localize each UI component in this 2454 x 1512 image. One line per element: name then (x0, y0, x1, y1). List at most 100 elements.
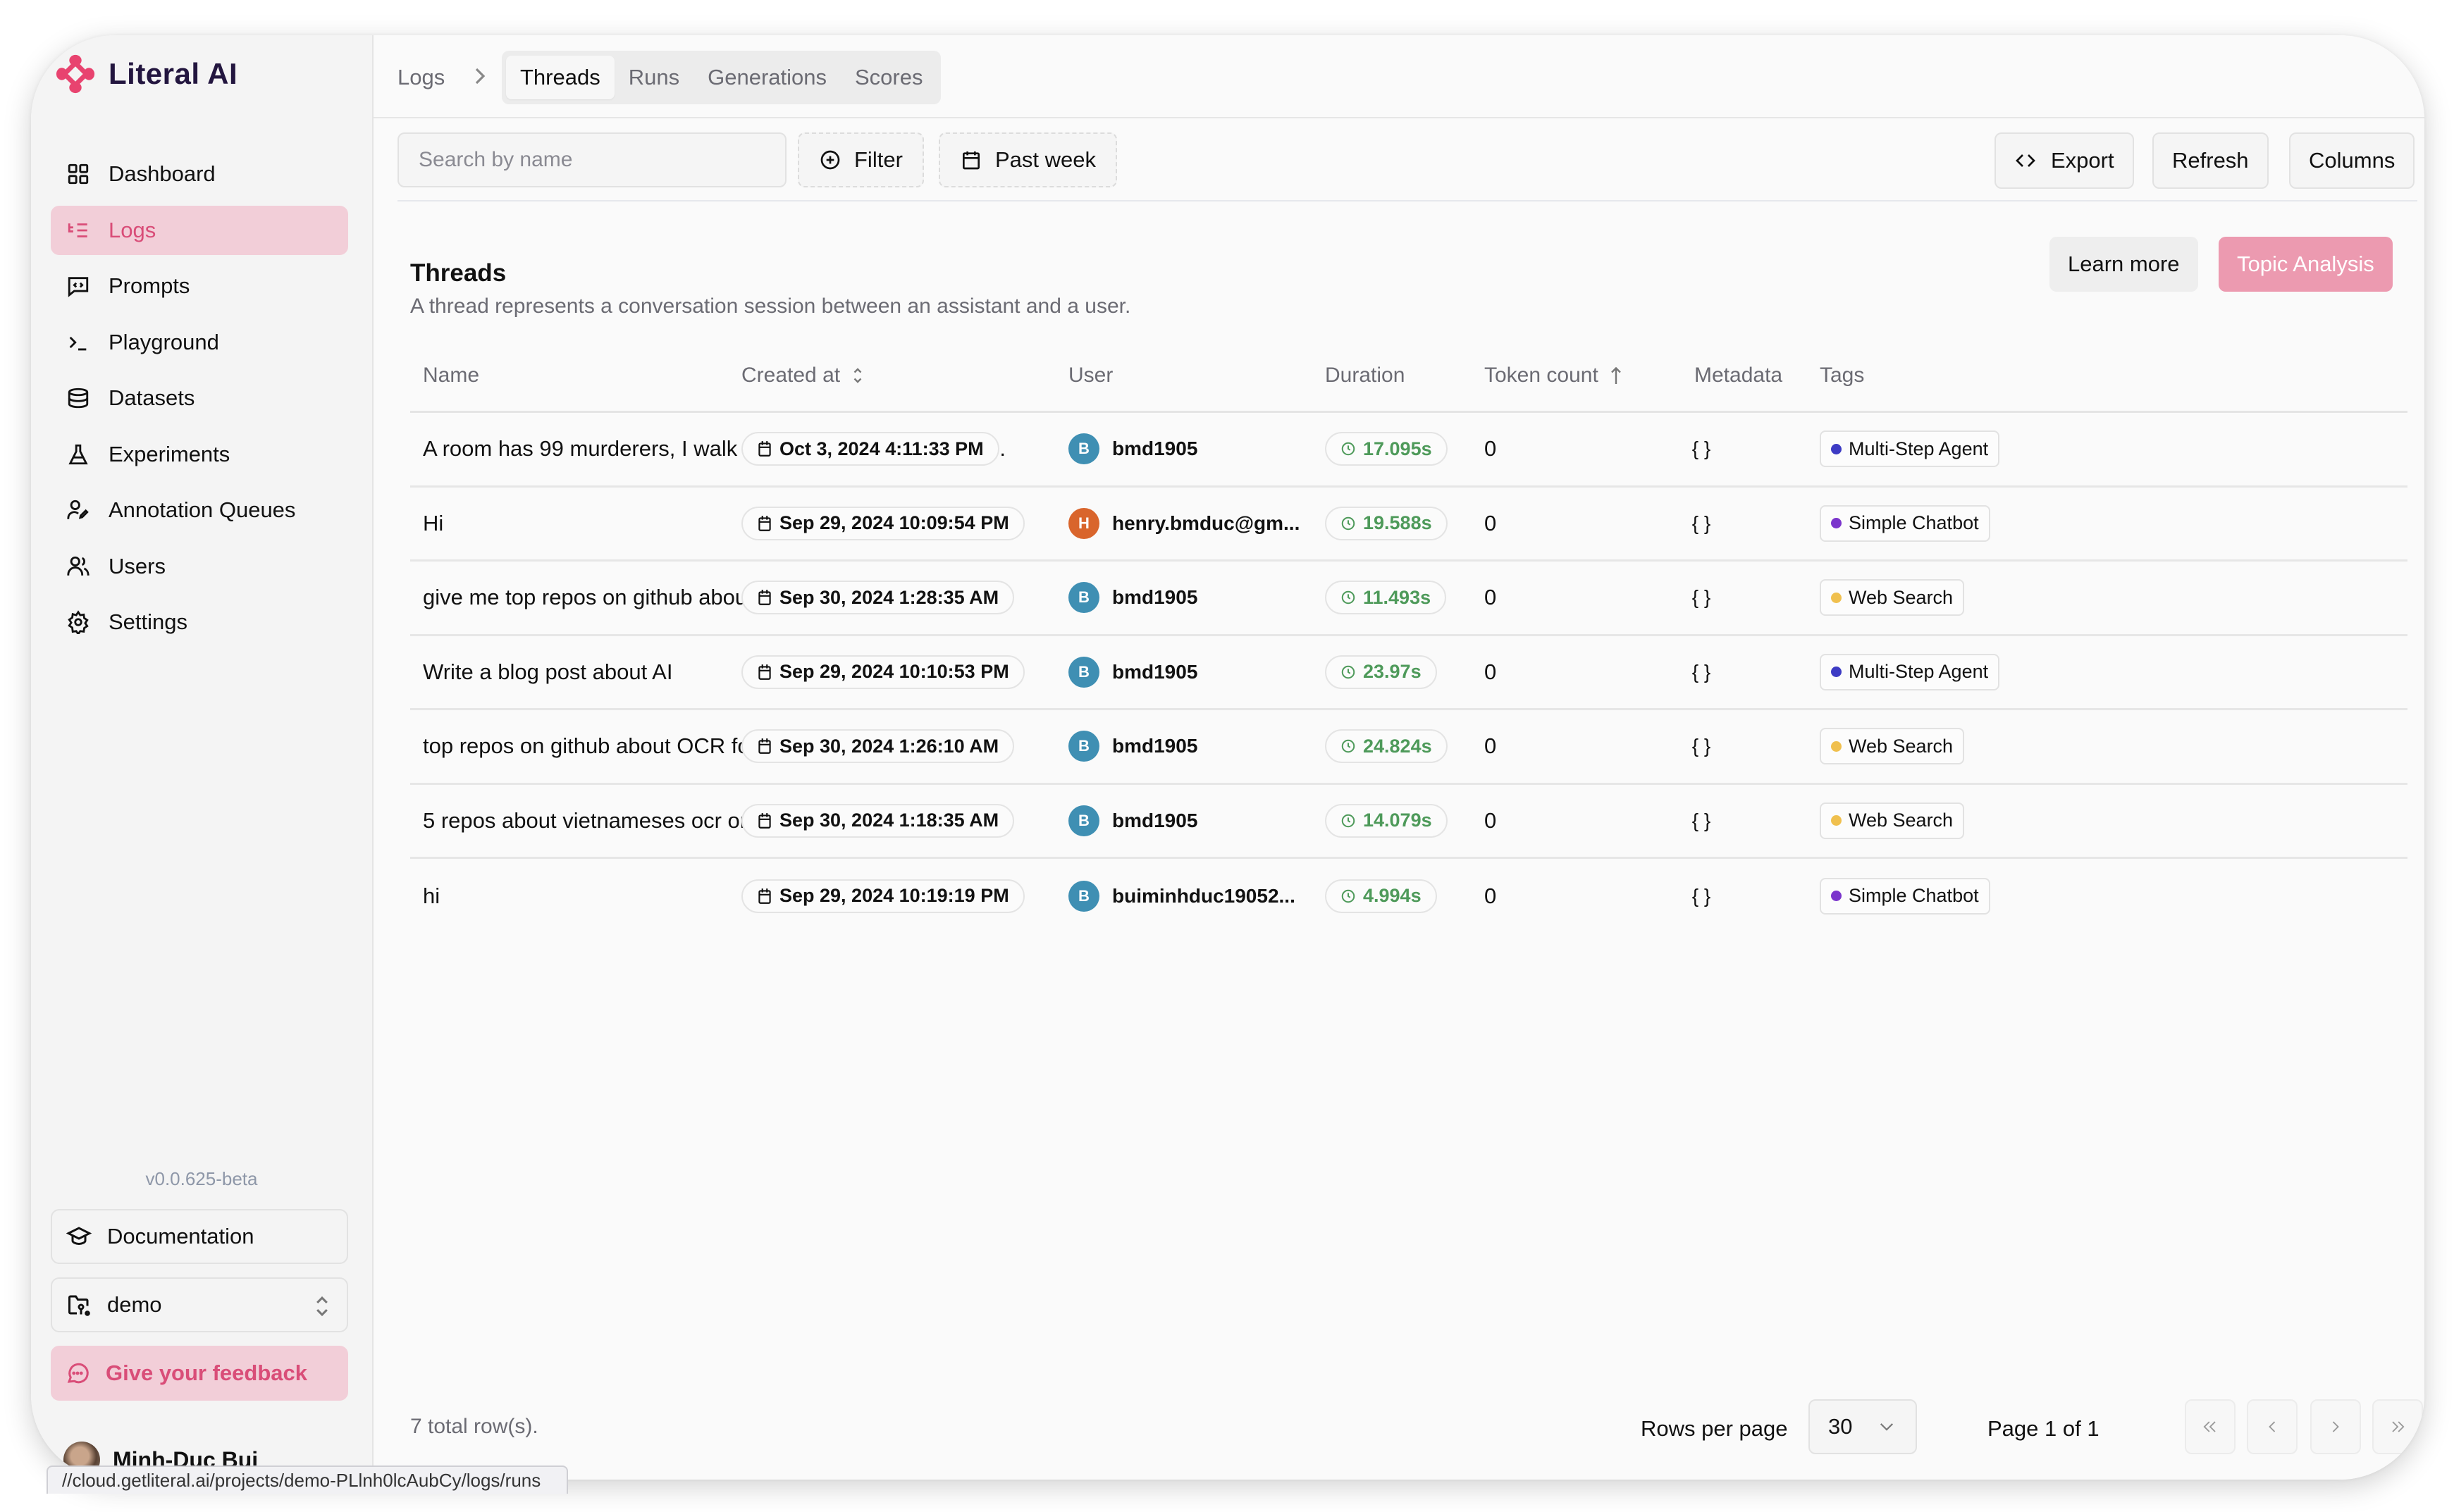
duration-text: 23.97s (1363, 661, 1422, 683)
sidebar-item-prompts[interactable]: Prompts (51, 261, 348, 311)
tag-badge[interactable]: Web Search (1820, 579, 1965, 616)
sidebar-item-logs[interactable]: Logs (51, 205, 348, 255)
users-icon (67, 556, 90, 576)
metadata-button[interactable]: { } (1687, 710, 1715, 783)
thread-name[interactable]: hi (423, 859, 440, 934)
sidebar-item-experiments[interactable]: Experiments (51, 430, 348, 479)
columns-button[interactable]: Columns (2289, 132, 2415, 189)
column-header-name[interactable]: Name (423, 364, 479, 388)
duration-text: 14.079s (1363, 810, 1432, 831)
breadcrumb-logs[interactable]: Logs (397, 65, 445, 90)
project-select[interactable]: demo (51, 1277, 348, 1332)
documentation-button[interactable]: Documentation (51, 1209, 348, 1264)
user-cell[interactable]: B bmd1905 (1068, 636, 1197, 709)
user-cell[interactable]: H henry.bmduc@gm... (1068, 488, 1300, 560)
table-row[interactable]: 5 repos about vietnameses ocr on github … (410, 785, 2407, 859)
tag-badge[interactable]: Multi-Step Agent (1820, 653, 2000, 690)
date-range-button[interactable]: Past week (939, 132, 1118, 187)
duration-badge: 24.824s (1325, 729, 1448, 764)
refresh-button[interactable]: Refresh (2152, 132, 2269, 189)
tag-badge[interactable]: Web Search (1820, 728, 1965, 765)
last-page-button[interactable] (2372, 1399, 2423, 1454)
sidebar-item-dashboard[interactable]: Dashboard (51, 149, 348, 199)
metadata-button[interactable]: { } (1687, 785, 1715, 857)
user-avatar: B (1068, 731, 1099, 762)
duration-cell: 24.824s (1325, 710, 1448, 783)
column-header-user[interactable]: User (1068, 364, 1113, 388)
metadata-button[interactable]: { } (1687, 636, 1715, 709)
tag-color-dot (1831, 592, 1842, 603)
topic-analysis-button[interactable]: Topic Analysis (2219, 237, 2393, 292)
sidebar-item-label: Logs (109, 217, 156, 242)
tag-badge[interactable]: Simple Chatbot (1820, 877, 1990, 915)
user-avatar: B (1068, 805, 1099, 836)
date-range-label: Past week (995, 147, 1097, 172)
column-header-tags[interactable]: Tags (1820, 364, 1864, 388)
clock-icon (1341, 442, 1355, 456)
sidebar-item-annotation-queues[interactable]: Annotation Queues (51, 485, 348, 535)
column-header-duration[interactable]: Duration (1325, 364, 1405, 388)
thread-name[interactable]: Hi (423, 488, 443, 560)
tab-generations[interactable]: Generations (693, 56, 841, 99)
previous-page-button[interactable] (2247, 1399, 2298, 1454)
column-header-created-at[interactable]: Created at (741, 364, 865, 388)
column-header-token-count[interactable]: Token count (1484, 364, 1624, 388)
tab-runs[interactable]: Runs (615, 56, 693, 99)
user-cell[interactable]: B bmd1905 (1068, 413, 1197, 485)
table-row[interactable]: Write a blog post about AI Sep 29, 2024 … (410, 636, 2407, 710)
tab-threads[interactable]: Threads (506, 56, 615, 99)
table-row[interactable]: top repos on github about OCR for vietna… (410, 710, 2407, 785)
status-bar-url: //cloud.getliteral.ai/projects/demo-PLln… (47, 1465, 568, 1494)
tab-scores[interactable]: Scores (841, 56, 937, 99)
duration-text: 19.588s (1363, 512, 1432, 534)
logo[interactable]: Literal AI (55, 54, 238, 94)
metadata-button[interactable]: { } (1687, 859, 1715, 934)
rows-per-page-select[interactable]: 30 (1808, 1399, 1917, 1454)
sidebar-item-datasets[interactable]: Datasets (51, 373, 348, 423)
search-input[interactable] (397, 132, 787, 187)
user-cell[interactable]: B bmd1905 (1068, 785, 1197, 857)
export-button[interactable]: Export (1994, 132, 2134, 189)
user-cell[interactable]: B buiminhduc19052... (1068, 859, 1295, 934)
sidebar-item-users[interactable]: Users (51, 542, 348, 591)
metadata-button[interactable]: { } (1687, 413, 1715, 485)
page-title: Threads (410, 259, 507, 287)
message-dots-icon (67, 1363, 89, 1384)
column-header-metadata[interactable]: Metadata (1694, 364, 1782, 388)
next-page-button[interactable] (2310, 1399, 2361, 1454)
tag-badge[interactable]: Simple Chatbot (1820, 504, 1990, 542)
app-name: Literal AI (109, 57, 238, 90)
metadata-button[interactable]: { } (1687, 488, 1715, 560)
sidebar-item-playground[interactable]: Playground (51, 318, 348, 367)
page-info: Page 1 of 1 (1987, 1416, 2100, 1441)
tags-cell: Web Search (1820, 785, 1965, 857)
column-label: Token count (1484, 364, 1598, 387)
table-row[interactable]: A room has 99 murderers, I walk into the… (410, 413, 2407, 488)
table-row[interactable]: Hi Sep 29, 2024 10:09:54 PM H henry.bmdu… (410, 488, 2407, 562)
first-page-button[interactable] (2185, 1399, 2236, 1454)
created-at-cell: Sep 30, 2024 1:18:35 AM (741, 785, 1015, 857)
table-row[interactable]: give me top repos on github about OCR fo… (410, 562, 2407, 636)
user-cell[interactable]: B bmd1905 (1068, 562, 1197, 634)
user-name: bmd1905 (1112, 660, 1198, 683)
sidebar-item-label: Annotation Queues (109, 497, 296, 522)
duration-badge: 4.994s (1325, 879, 1437, 913)
thread-name[interactable]: Write a blog post about AI (423, 636, 672, 709)
filter-button[interactable]: Filter (798, 132, 924, 187)
table-row[interactable]: hi Sep 29, 2024 10:19:19 PM B buiminhduc… (410, 859, 2407, 934)
user-pen-icon (67, 500, 89, 519)
metadata-button[interactable]: { } (1687, 562, 1715, 634)
duration-cell: 17.095s (1325, 413, 1448, 485)
user-avatar: B (1068, 880, 1099, 912)
sidebar-item-settings[interactable]: Settings (51, 597, 348, 647)
tag-label: Web Search (1849, 810, 1954, 831)
tag-badge[interactable]: Web Search (1820, 802, 1965, 839)
total-rows-count: 7 total row(s). (410, 1415, 538, 1438)
give-feedback-button[interactable]: Give your feedback (51, 1346, 348, 1401)
tag-color-dot (1831, 815, 1842, 826)
learn-more-button[interactable]: Learn more (2049, 237, 2198, 292)
tag-badge[interactable]: Multi-Step Agent (1820, 430, 2000, 468)
calendar-icon (758, 590, 771, 606)
user-cell[interactable]: B bmd1905 (1068, 710, 1197, 783)
sort-icon (853, 368, 862, 383)
